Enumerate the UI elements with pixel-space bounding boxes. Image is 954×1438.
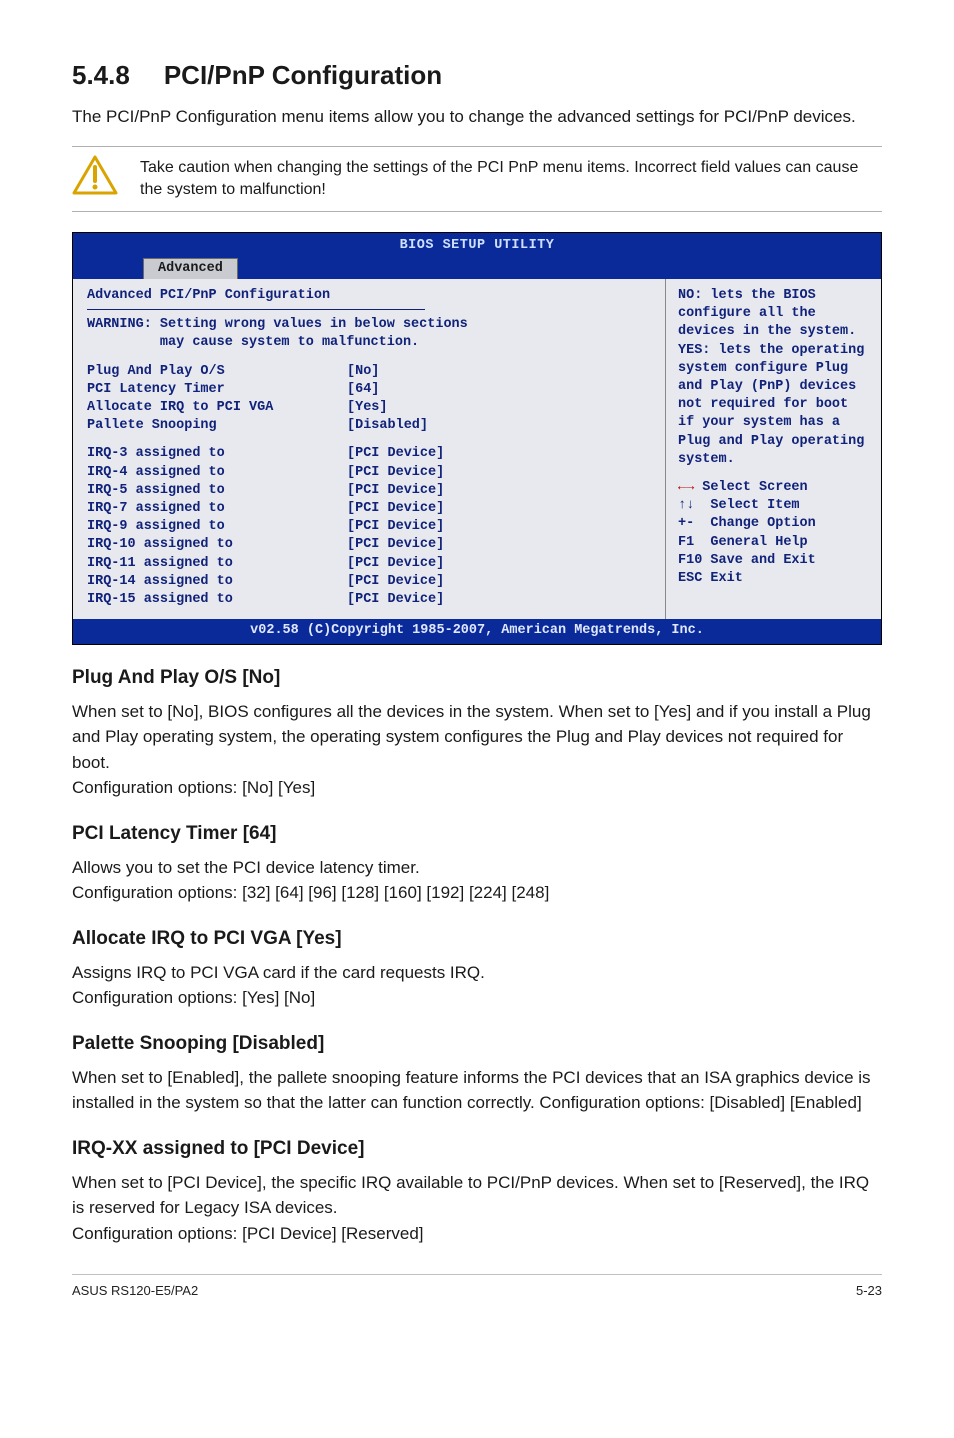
bios-left-panel: Advanced PCI/PnP Configuration WARNING: … xyxy=(73,279,666,620)
bios-warning: WARNING: Setting wrong values in below s… xyxy=(87,316,651,352)
bios-title: BIOS SETUP UTILITY xyxy=(73,233,881,257)
sub-heading: PCI Latency Timer [64] xyxy=(72,823,882,845)
bios-key-hints: ←→ Select Screen ↑↓ Select Item +- Chang… xyxy=(678,479,869,588)
sub-body: When set to [No], BIOS configures all th… xyxy=(72,699,882,801)
arrow-left-right-icon: ←→ xyxy=(678,480,694,495)
sub-body: Allows you to set the PCI device latency… xyxy=(72,855,882,906)
caution-text: Take caution when changing the settings … xyxy=(140,155,882,202)
bios-right-panel: NO: lets the BIOS configure all the devi… xyxy=(666,279,881,620)
bios-row[interactable]: IRQ-15 assigned to[PCI Device] xyxy=(87,591,651,609)
bios-row[interactable]: IRQ-3 assigned to[PCI Device] xyxy=(87,445,651,463)
section-heading: 5.4.8 PCI/PnP Configuration xyxy=(72,60,882,91)
bios-tab-advanced[interactable]: Advanced xyxy=(143,258,238,279)
bios-screenshot: BIOS SETUP UTILITY Advanced Advanced PCI… xyxy=(72,232,882,644)
sub-heading: Plug And Play O/S [No] xyxy=(72,667,882,689)
bios-group2: IRQ-3 assigned to[PCI Device] IRQ-4 assi… xyxy=(87,445,651,609)
sub-heading: IRQ-XX assigned to [PCI Device] xyxy=(72,1138,882,1160)
section-number: 5.4.8 xyxy=(72,60,130,91)
caution-icon xyxy=(72,155,118,195)
bios-left-header: Advanced PCI/PnP Configuration xyxy=(87,287,651,305)
section-lead: The PCI/PnP Configuration menu items all… xyxy=(72,105,882,130)
bios-row[interactable]: IRQ-14 assigned to[PCI Device] xyxy=(87,573,651,591)
arrow-up-down-icon: ↑↓ xyxy=(678,498,694,513)
bios-row[interactable]: IRQ-11 assigned to[PCI Device] xyxy=(87,555,651,573)
bios-tab-row: Advanced xyxy=(73,258,881,279)
bios-row[interactable]: IRQ-4 assigned to[PCI Device] xyxy=(87,464,651,482)
bios-row[interactable]: IRQ-10 assigned to[PCI Device] xyxy=(87,536,651,554)
bios-copyright: v02.58 (C)Copyright 1985-2007, American … xyxy=(73,619,881,643)
bios-divider xyxy=(87,309,425,310)
caution-note: Take caution when changing the settings … xyxy=(72,146,882,213)
bios-row[interactable]: Allocate IRQ to PCI VGA[Yes] xyxy=(87,399,651,417)
footer-right: 5-23 xyxy=(856,1283,882,1298)
bios-row[interactable]: IRQ-9 assigned to[PCI Device] xyxy=(87,518,651,536)
footer-left: ASUS RS120-E5/PA2 xyxy=(72,1283,198,1298)
bios-row[interactable]: PCI Latency Timer[64] xyxy=(87,381,651,399)
sub-body: When set to [PCI Device], the specific I… xyxy=(72,1170,882,1247)
sub-body: Assigns IRQ to PCI VGA card if the card … xyxy=(72,960,882,1011)
section-title-text: PCI/PnP Configuration xyxy=(164,60,442,90)
bios-row[interactable]: Pallete Snooping[Disabled] xyxy=(87,417,651,435)
bios-row[interactable]: IRQ-7 assigned to[PCI Device] xyxy=(87,500,651,518)
bios-group1: Plug And Play O/S[No] PCI Latency Timer[… xyxy=(87,363,651,436)
bios-help-text: NO: lets the BIOS configure all the devi… xyxy=(678,287,869,469)
sub-body: When set to [Enabled], the pallete snoop… xyxy=(72,1065,882,1116)
bios-row[interactable]: Plug And Play O/S[No] xyxy=(87,363,651,381)
sub-heading: Palette Snooping [Disabled] xyxy=(72,1033,882,1055)
sub-heading: Allocate IRQ to PCI VGA [Yes] xyxy=(72,928,882,950)
bios-row[interactable]: IRQ-5 assigned to[PCI Device] xyxy=(87,482,651,500)
page-footer: ASUS RS120-E5/PA2 5-23 xyxy=(72,1274,882,1298)
